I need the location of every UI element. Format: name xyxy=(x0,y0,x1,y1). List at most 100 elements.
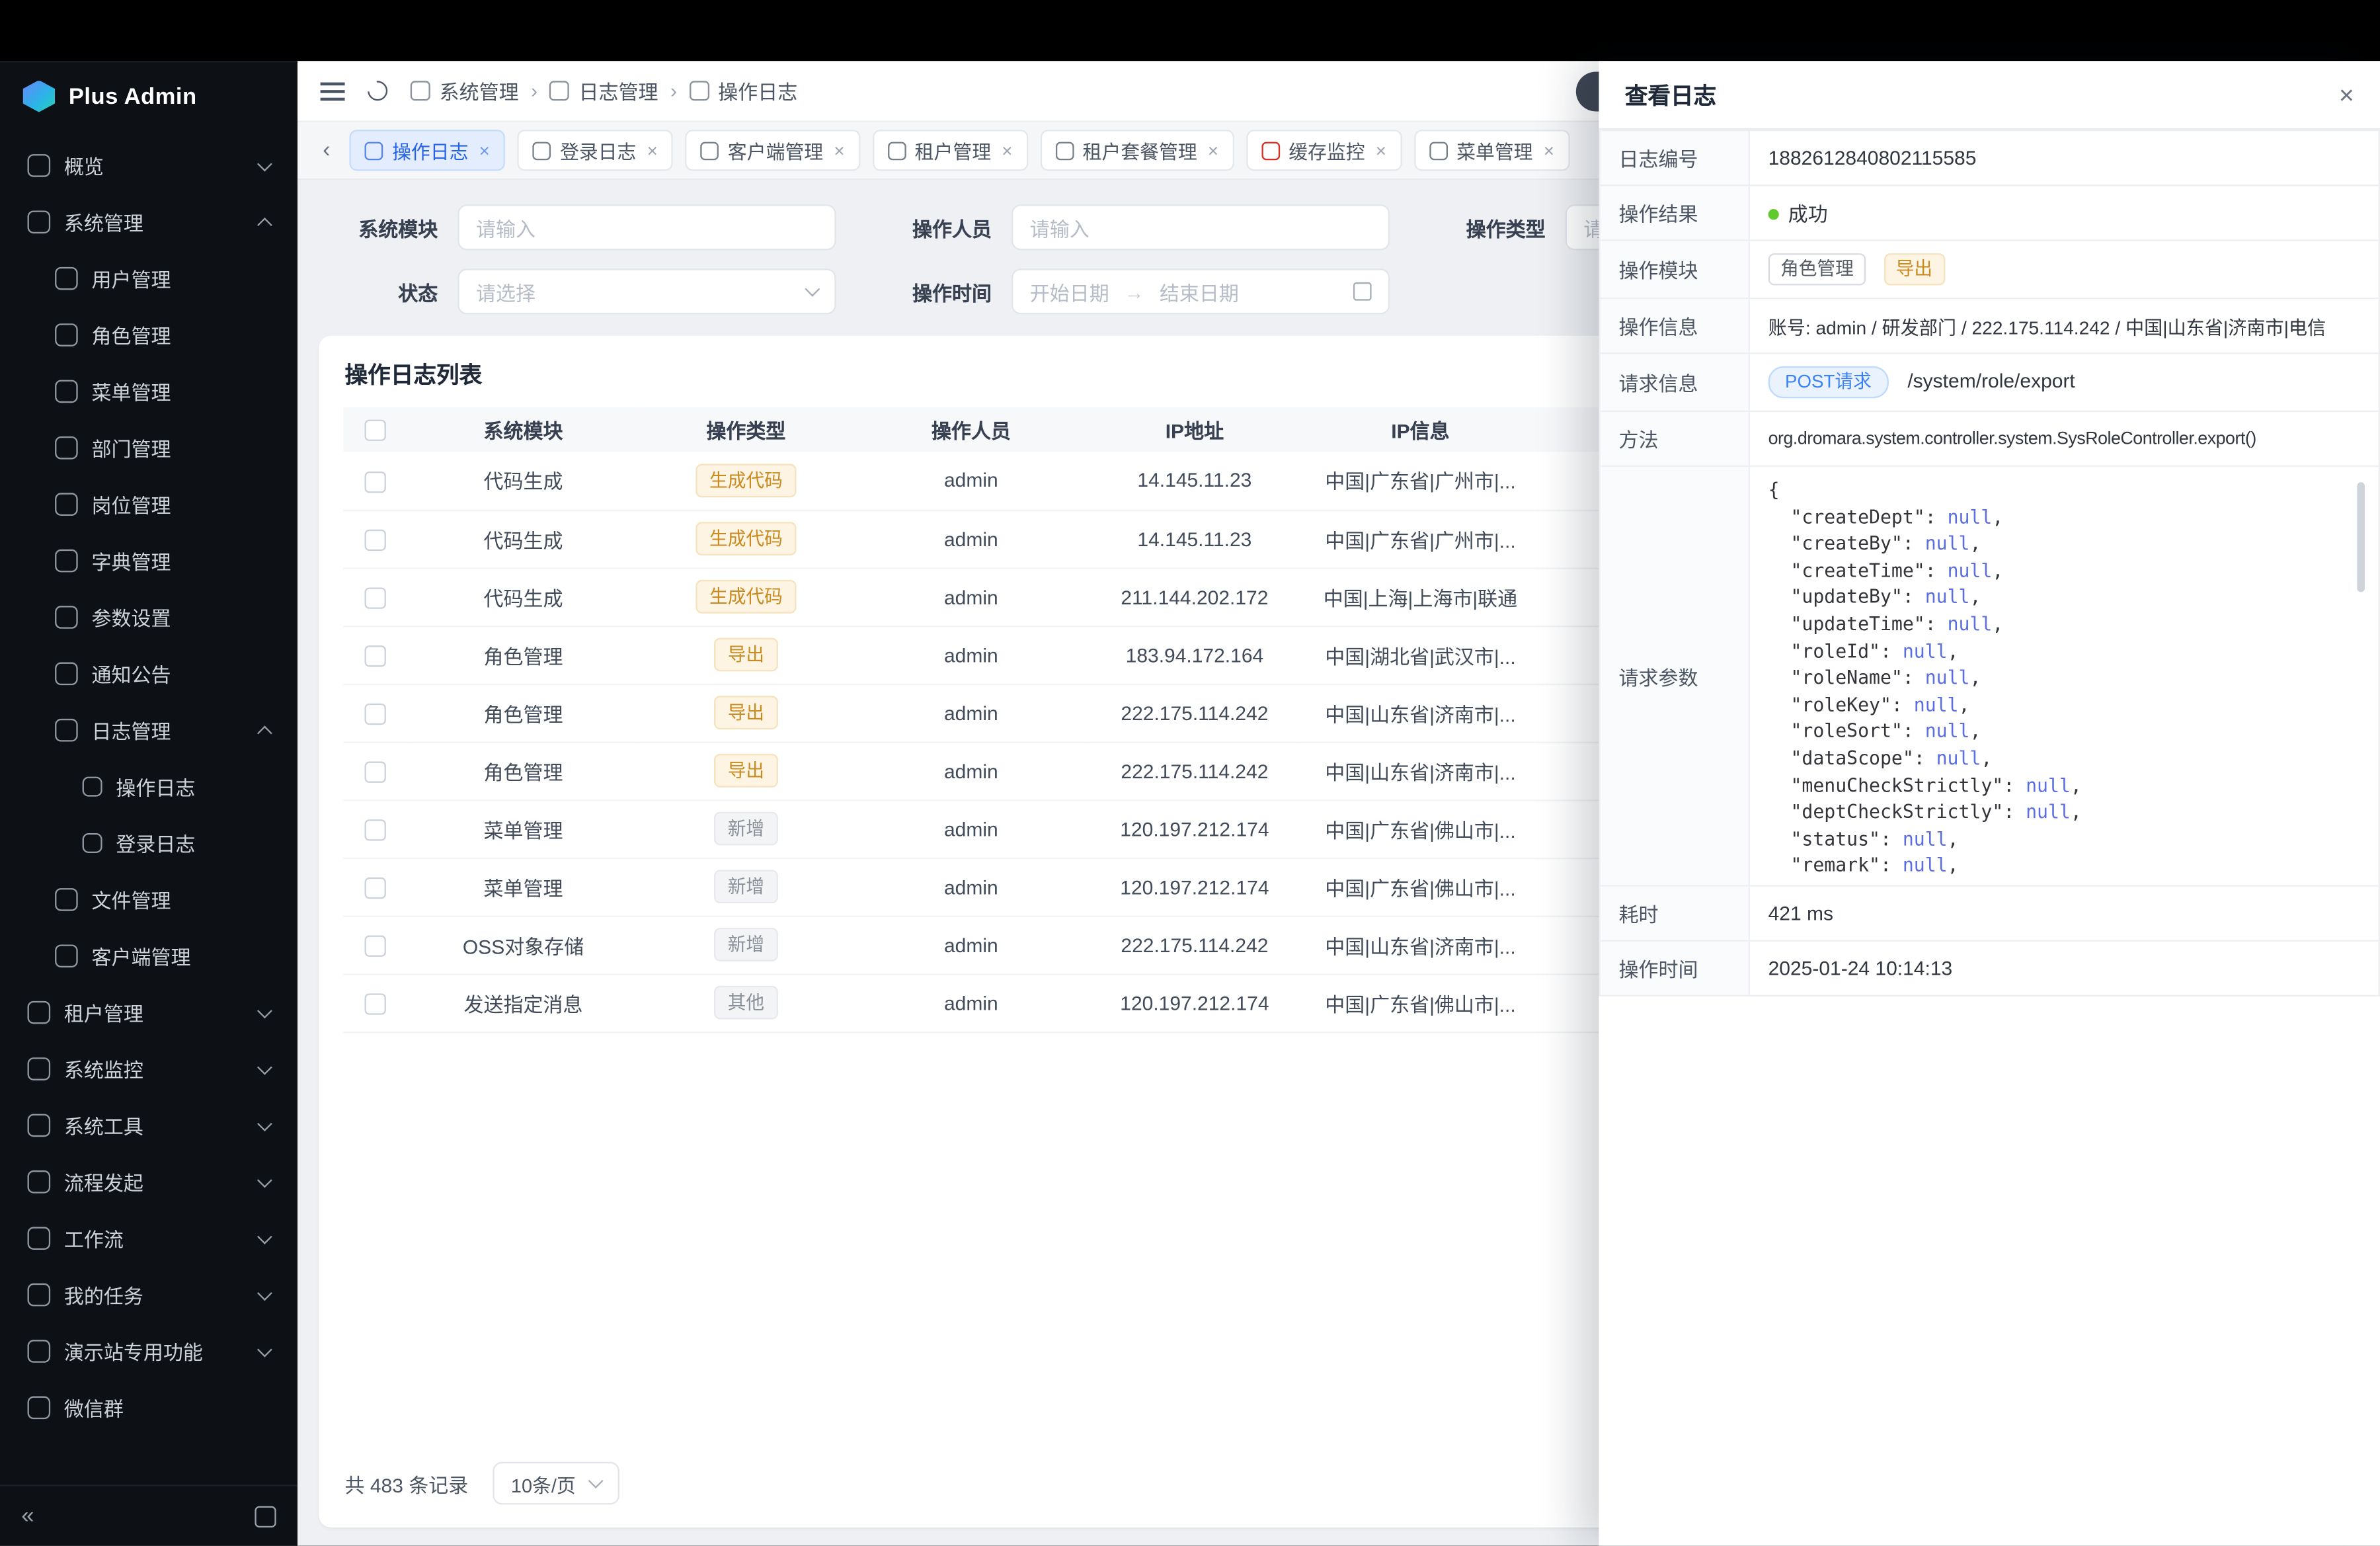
tab-icon xyxy=(1261,141,1280,159)
detail-row-params: 请求参数 { "createDept": null, "createBy": n… xyxy=(1600,466,2379,886)
time-value: 2025-01-24 10:14:13 xyxy=(1749,941,2379,996)
operation-type-badge: 生成代码 xyxy=(695,522,796,555)
tab[interactable]: 客户端管理 × xyxy=(685,130,859,171)
pin-icon[interactable] xyxy=(255,1506,276,1527)
menu-item-icon xyxy=(55,267,78,290)
close-icon[interactable]: × xyxy=(2339,81,2354,107)
row-checkbox[interactable] xyxy=(365,935,386,956)
sidebar-item[interactable]: 菜单管理 xyxy=(12,363,285,419)
app-title: Plus Admin xyxy=(69,83,197,109)
tab[interactable]: 租户套餐管理 × xyxy=(1040,130,1234,171)
sidebar-item[interactable]: 我的任务 xyxy=(12,1266,285,1322)
tab-close-icon[interactable]: × xyxy=(479,140,490,161)
request-path: /system/role/export xyxy=(1907,369,2075,392)
sidebar-item[interactable]: 流程发起 xyxy=(12,1154,285,1210)
sidebar-item[interactable]: 文件管理 xyxy=(12,872,285,928)
tab[interactable]: 缓存监控 × xyxy=(1246,130,1402,171)
tab-close-icon[interactable]: × xyxy=(1544,140,1554,161)
module-input[interactable]: 请输入 xyxy=(457,204,836,250)
menu-item-icon xyxy=(28,1227,51,1250)
sidebar-item[interactable]: 参数设置 xyxy=(12,589,285,645)
cell-module: 角色管理 xyxy=(407,742,639,800)
cell-ip: 120.197.212.174 xyxy=(1090,858,1300,916)
row-checkbox[interactable] xyxy=(365,471,386,492)
detail-row-result: 操作结果 成功 xyxy=(1600,185,2379,240)
sidebar-item-label: 流程发起 xyxy=(64,1167,143,1196)
tab[interactable]: 操作日志 × xyxy=(349,130,504,171)
column-header: 系统模块 xyxy=(407,407,639,452)
sidebar-item[interactable]: 工作流 xyxy=(12,1210,285,1266)
sidebar-item[interactable]: 微信群 xyxy=(12,1379,285,1436)
sidebar-item[interactable]: 用户管理 xyxy=(12,250,285,306)
operation-type-badge: 生成代码 xyxy=(695,464,796,497)
json-line: "deptCheckStrictly": null, xyxy=(1768,800,2348,827)
refresh-icon[interactable] xyxy=(364,77,391,104)
sidebar-item-label: 系统管理 xyxy=(64,208,143,237)
tab-close-icon[interactable]: × xyxy=(1376,140,1386,161)
row-checkbox[interactable] xyxy=(365,877,386,898)
tab-icon xyxy=(532,141,551,159)
breadcrumb-item[interactable]: 日志管理 xyxy=(578,76,658,105)
tab-close-icon[interactable]: × xyxy=(1208,140,1218,161)
tab[interactable]: 登录日志 × xyxy=(517,130,672,171)
operation-log-icon xyxy=(689,81,709,101)
row-checkbox[interactable] xyxy=(365,645,386,667)
tab-close-icon[interactable]: × xyxy=(647,140,658,161)
breadcrumb-item[interactable]: 系统管理 xyxy=(440,76,519,105)
tabs-scroll-left-icon[interactable]: ‹ xyxy=(316,138,337,163)
row-checkbox[interactable] xyxy=(365,587,386,608)
cell-ip-info: 中国|广东省|广州市|... xyxy=(1300,510,1541,568)
sidebar-item[interactable]: 部门管理 xyxy=(12,420,285,476)
sidebar-item[interactable]: 通知公告 xyxy=(12,645,285,702)
cell-module: 代码生成 xyxy=(407,567,639,626)
menu-item-icon xyxy=(55,493,78,516)
tab[interactable]: 菜单管理 × xyxy=(1414,130,1569,171)
tab[interactable]: 租户管理 × xyxy=(872,130,1027,171)
row-checkbox[interactable] xyxy=(365,761,386,782)
sidebar-item[interactable]: 日志管理 xyxy=(12,702,285,758)
row-checkbox[interactable] xyxy=(365,819,386,840)
hamburger-icon[interactable] xyxy=(321,89,345,93)
tab-close-icon[interactable]: × xyxy=(834,140,844,161)
sidebar-item[interactable]: 岗位管理 xyxy=(12,476,285,532)
sidebar-item[interactable]: 概览 xyxy=(12,138,285,194)
json-line: "updateBy": null, xyxy=(1768,585,2348,612)
sidebar-footer: « xyxy=(0,1485,298,1545)
status-select[interactable]: 请选择 xyxy=(457,268,836,314)
tab-close-icon[interactable]: × xyxy=(1002,140,1012,161)
menu-item-icon xyxy=(55,380,78,403)
breadcrumb-separator: › xyxy=(670,79,677,102)
post-method-tag: POST请求 xyxy=(1768,366,1889,398)
filter-label-time: 操作时间 xyxy=(873,277,992,306)
sidebar-item[interactable]: 系统工具 xyxy=(12,1097,285,1153)
sidebar-item[interactable]: 系统管理 xyxy=(12,194,285,250)
system-icon xyxy=(411,81,430,101)
operator-input[interactable]: 请输入 xyxy=(1012,204,1390,250)
row-checkbox[interactable] xyxy=(365,703,386,724)
sidebar-item[interactable]: 角色管理 xyxy=(12,307,285,363)
code-scrollbar[interactable] xyxy=(2357,482,2365,592)
cell-operator: admin xyxy=(853,916,1090,974)
collapse-sidebar-icon[interactable]: « xyxy=(21,1503,34,1529)
select-all-checkbox[interactable] xyxy=(365,420,386,441)
sidebar-item[interactable]: 字典管理 xyxy=(12,532,285,589)
sidebar-item-label: 系统监控 xyxy=(64,1055,143,1084)
logo[interactable]: Plus Admin xyxy=(0,61,298,131)
row-checkbox[interactable] xyxy=(365,529,386,550)
operation-type-badge: 导出 xyxy=(714,754,778,788)
sidebar-item[interactable]: 登录日志 xyxy=(12,815,285,871)
sidebar-item[interactable]: 演示站专用功能 xyxy=(12,1323,285,1379)
page-size-select[interactable]: 10条/页 xyxy=(493,1462,619,1505)
filter-label-operator: 操作人员 xyxy=(873,213,992,242)
sidebar-item[interactable]: 客户端管理 xyxy=(12,928,285,984)
sidebar-item-label: 工作流 xyxy=(64,1224,124,1253)
cell-operator: admin xyxy=(853,799,1090,858)
cell-operator: admin xyxy=(853,973,1090,1032)
date-range-input[interactable]: 开始日期 → 结束日期 xyxy=(1012,268,1390,314)
row-checkbox[interactable] xyxy=(365,993,386,1014)
sidebar-item[interactable]: 系统监控 xyxy=(12,1041,285,1097)
sidebar-item[interactable]: 租户管理 xyxy=(12,984,285,1040)
chevron-icon xyxy=(257,1229,272,1244)
cell-ip: 120.197.212.174 xyxy=(1090,799,1300,858)
sidebar-item[interactable]: 操作日志 xyxy=(12,758,285,815)
